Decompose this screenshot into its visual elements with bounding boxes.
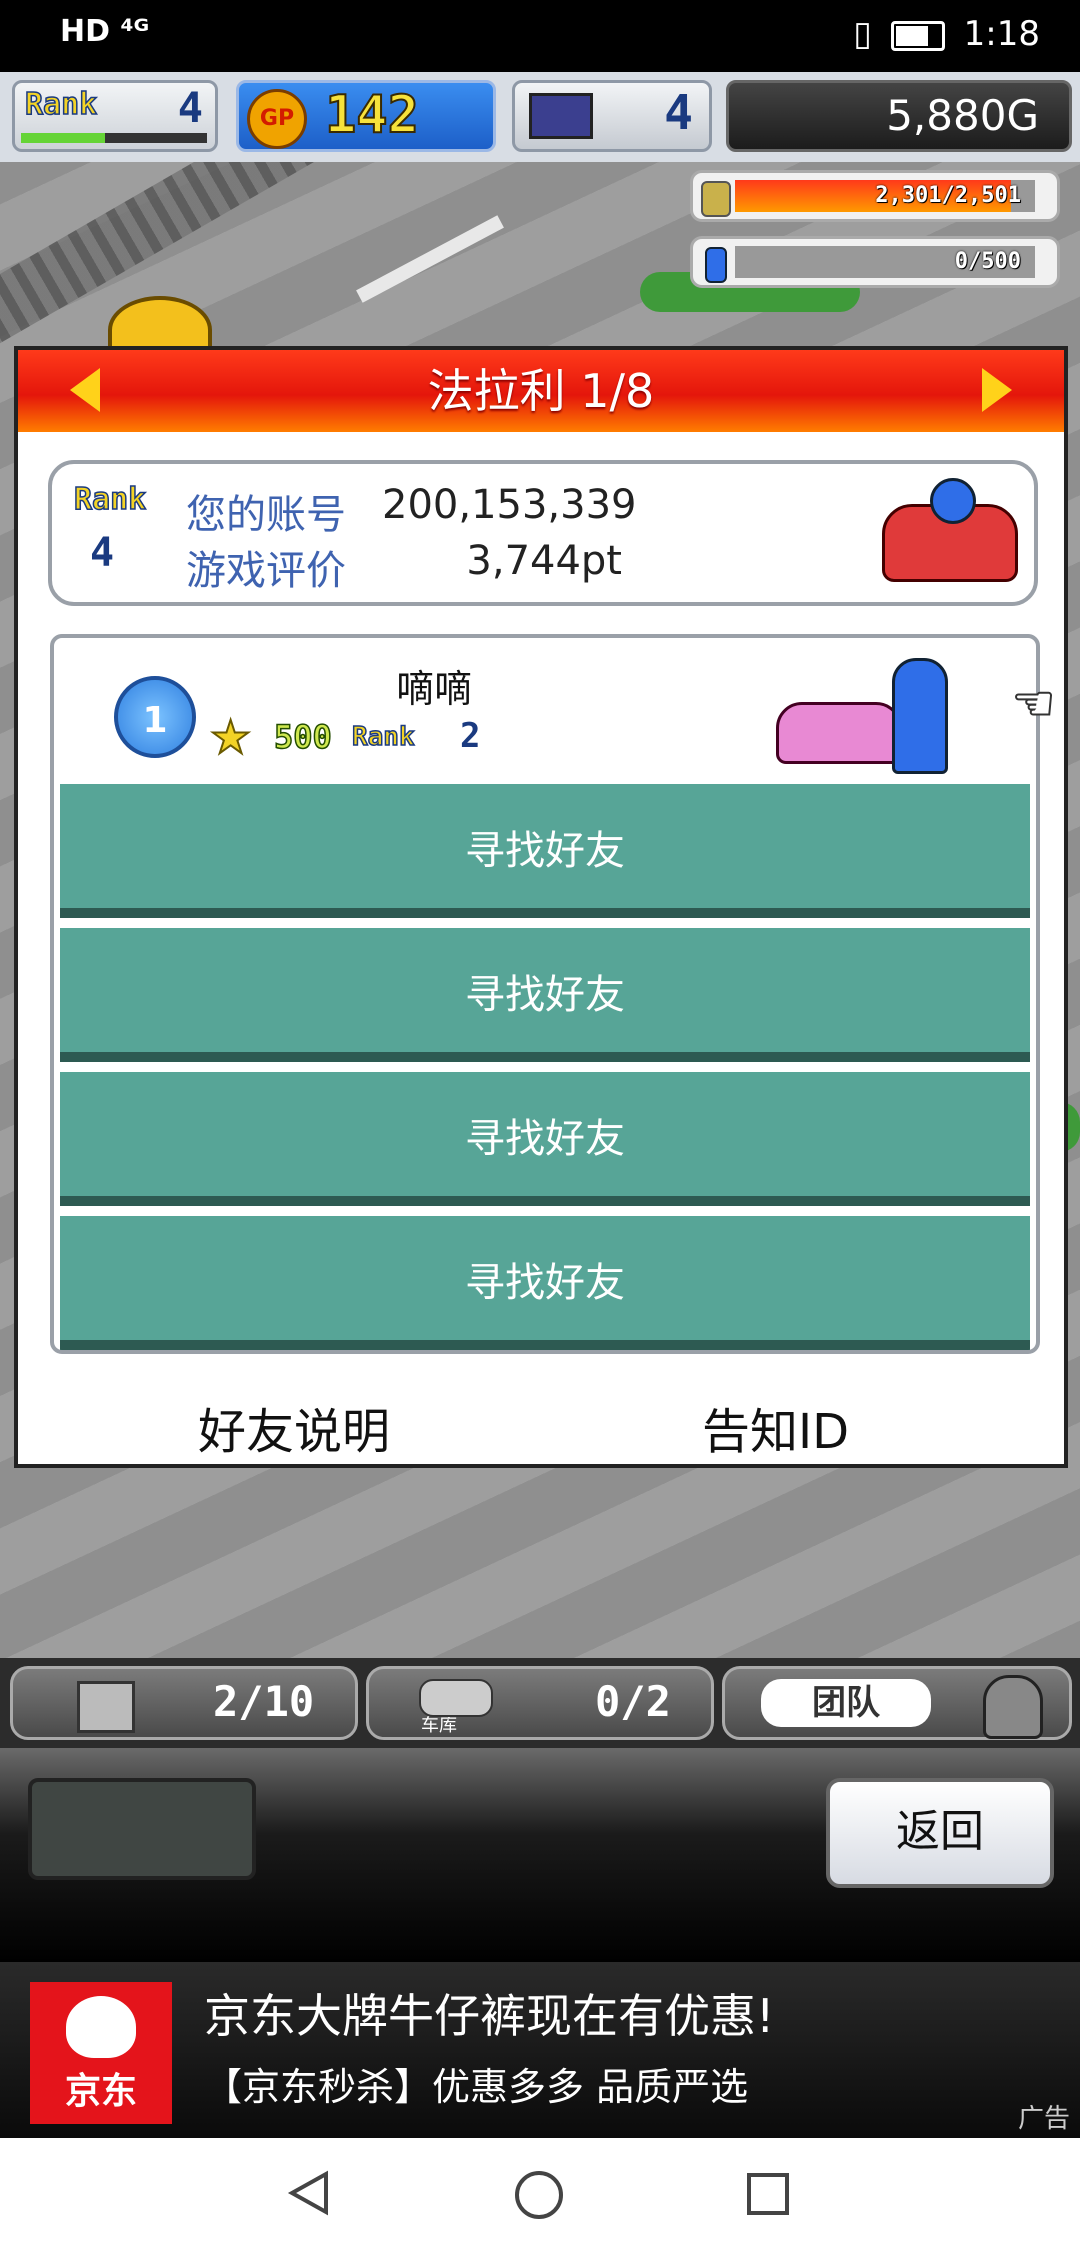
- account-card: Rank 4 您的账号 游戏评价 200,153,339 3,744pt: [48, 460, 1038, 606]
- ad-banner[interactable]: 京东 京东大牌牛仔裤现在有优惠! 【京东秒杀】优惠多多 品质严选 广告: [0, 1962, 1080, 2138]
- rank-label: Rank: [24, 86, 98, 123]
- command-panel: 返回: [0, 1748, 1080, 1962]
- friend-rank-badge: 1: [114, 676, 196, 758]
- gp-coin-icon: GP: [247, 89, 307, 149]
- driver-avatar-icon: [930, 478, 976, 524]
- garage-indicator[interactable]: 车库 0/2: [366, 1666, 714, 1740]
- gp-indicator[interactable]: GP 142: [236, 80, 496, 152]
- gp-value: 142: [324, 84, 420, 146]
- find-friend-button[interactable]: 寻找好友: [60, 928, 1030, 1062]
- jd-logo-text: 京东: [64, 2071, 137, 2112]
- account-label: 您的账号: [186, 492, 346, 538]
- rating-label: 游戏评价: [186, 548, 346, 594]
- ranking-dialog: 法拉利 1/8 Rank 4 您的账号 游戏评价 200,153,339 3,7…: [14, 346, 1068, 1468]
- resource-track: 2,301/2,501: [735, 180, 1035, 212]
- share-id-link[interactable]: 告知ID: [702, 1392, 849, 1462]
- computer-icon: [529, 93, 593, 139]
- friend-rank-value: 2: [460, 716, 481, 756]
- star-icon: ★: [209, 709, 252, 765]
- road-marking: [356, 215, 504, 303]
- ad-subtitle: 【京东秒杀】优惠多多 品质严选: [204, 2065, 749, 2109]
- jd-logo: 京东: [30, 1982, 172, 2124]
- friend-help-link[interactable]: 好友说明: [198, 1392, 390, 1462]
- team-button[interactable]: 团队: [722, 1666, 1072, 1740]
- home-nav-icon[interactable]: [512, 2168, 566, 2222]
- friend-name: 嘀嘀: [395, 667, 472, 711]
- bottom-status-bar: 2/10 车库 0/2 团队: [0, 1658, 1080, 1748]
- friends-list: 1 嘀嘀 ★ 500 Rank 2 寻找好友 寻找好友 寻找好友 寻找好友: [50, 634, 1040, 1354]
- rating-value: 3,744pt: [466, 538, 622, 584]
- friend-avatar-icon: [892, 658, 948, 774]
- garage-count: 0/2: [595, 1677, 671, 1726]
- storage-count: 2/10: [213, 1677, 315, 1726]
- find-friend-button[interactable]: 寻找好友: [60, 1072, 1030, 1206]
- ad-tag: 广告: [1017, 2104, 1070, 2134]
- dialog-title: 法拉利 1/8: [427, 364, 655, 418]
- top-hud: Rank 4 GP 142 4 5,880G: [0, 72, 1080, 162]
- money-display: 5,880G: [726, 80, 1072, 152]
- resource-track: 0/500: [735, 246, 1035, 278]
- recent-nav-icon[interactable]: [744, 2170, 794, 2220]
- team-label: 团队: [761, 1679, 931, 1727]
- ad-title: 京东大牌牛仔裤现在有优惠!: [204, 1989, 775, 2043]
- rank-value: 4: [90, 530, 115, 576]
- rank-label: Rank: [73, 481, 147, 518]
- vibrate-icon: ▯: [853, 14, 873, 54]
- rank-indicator[interactable]: Rank 4: [12, 80, 218, 152]
- empty-slot: [28, 1778, 256, 1880]
- jd-dog-icon: [66, 1996, 136, 2058]
- next-arrow-icon[interactable]: [982, 368, 1012, 412]
- dialog-title-bar: 法拉利 1/8: [18, 350, 1064, 432]
- clock: 1:18: [963, 14, 1040, 54]
- hand-pointer-icon: ☚: [1011, 675, 1056, 733]
- crate-icon: [77, 1681, 135, 1733]
- resource-text: 0/500: [954, 249, 1021, 274]
- rank-value: 4: [177, 83, 203, 132]
- system-nav-bar: [0, 2138, 1080, 2244]
- friend-row[interactable]: 1 嘀嘀 ★ 500 Rank 2: [60, 644, 1030, 792]
- resource-text: 2,301/2,501: [875, 183, 1021, 208]
- find-friend-button[interactable]: 寻找好友: [60, 784, 1030, 918]
- staff-avatar-icon: [983, 1675, 1043, 1739]
- resource-bar-fuel[interactable]: 0/500: [690, 236, 1060, 288]
- friend-score: 500: [273, 717, 332, 757]
- back-button[interactable]: 返回: [826, 1778, 1054, 1888]
- bottle-icon: [705, 247, 727, 283]
- account-value: 200,153,339: [382, 482, 637, 528]
- car-icon: [419, 1679, 493, 1717]
- battery-icon: [890, 20, 945, 51]
- back-nav-icon[interactable]: [284, 2168, 334, 2218]
- computer-count: 4: [664, 85, 693, 141]
- network-indicator: HD ⁴ᴳ: [60, 14, 150, 49]
- pink-car-icon: [776, 702, 902, 764]
- rank-progress-bar: [21, 133, 207, 143]
- storage-indicator[interactable]: 2/10: [10, 1666, 358, 1740]
- friend-rank-label: Rank: [351, 721, 415, 753]
- resource-bar-coins[interactable]: 2,301/2,501: [690, 170, 1060, 222]
- status-right: ▯ 1:18: [853, 14, 1040, 54]
- find-friend-button[interactable]: 寻找好友: [60, 1216, 1030, 1350]
- computer-indicator[interactable]: 4: [512, 80, 712, 152]
- status-bar: HD ⁴ᴳ ▯ 1:18: [0, 0, 1080, 72]
- coin-icon: [701, 181, 731, 217]
